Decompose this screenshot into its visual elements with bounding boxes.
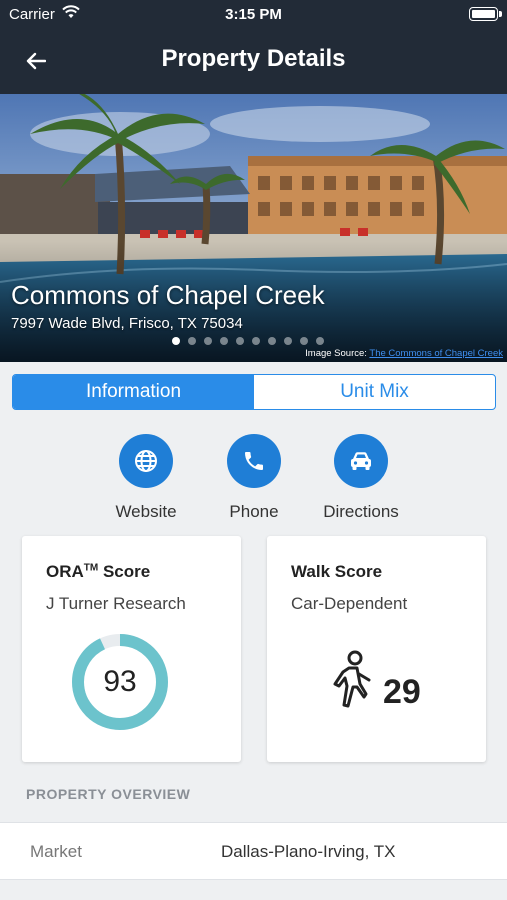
directions-circle[interactable] <box>334 434 388 488</box>
carousel-page-indicator[interactable] <box>172 337 324 345</box>
clock: 3:15 PM <box>225 6 282 23</box>
carousel-dot[interactable] <box>188 337 196 345</box>
tab-unit-mix[interactable]: Unit Mix <box>254 375 495 409</box>
property-overview-heading: PROPERTY OVERVIEW <box>26 786 191 802</box>
phone-icon <box>245 452 263 470</box>
phone-circle[interactable] <box>227 434 281 488</box>
walk-score-card[interactable]: Walk Score Car-Dependent 29 <box>267 536 486 762</box>
overview-row-market: Market Dallas-Plano-Irving, TX <box>0 822 507 880</box>
carousel-dot[interactable] <box>268 337 276 345</box>
phone-label: Phone <box>229 502 279 521</box>
ora-card-subtitle: J Turner Research <box>46 594 186 613</box>
globe-icon <box>135 450 157 472</box>
property-photo-carousel[interactable]: Commons of Chapel Creek 7997 Wade Blvd, … <box>0 94 507 362</box>
walking-person-icon <box>333 650 371 708</box>
website-label: Website <box>115 502 177 521</box>
tab-information[interactable]: Information <box>13 375 254 409</box>
walk-card-title: Walk Score <box>291 562 383 581</box>
carousel-dot[interactable] <box>252 337 260 345</box>
ora-title-suffix: Score <box>102 562 151 581</box>
ora-score-value: 93 <box>103 665 137 698</box>
carousel-dot[interactable] <box>300 337 308 345</box>
walk-card-subtitle: Car-Dependent <box>291 594 408 613</box>
tab-segmented-control: Information Unit Mix <box>12 374 496 410</box>
nav-bar: Property Details <box>0 28 507 94</box>
status-bar: Carrier 3:15 PM <box>0 0 507 28</box>
website-circle[interactable] <box>119 434 173 488</box>
property-name: Commons of Chapel Creek <box>11 280 325 310</box>
image-source-label: Image Source: <box>305 348 367 359</box>
carousel-dot[interactable] <box>236 337 244 345</box>
property-address: 7997 Wade Blvd, Frisco, TX 75034 <box>11 315 243 332</box>
ora-card-title: ORATM Score <box>46 562 150 582</box>
page-title: Property Details <box>161 45 346 72</box>
image-source-link[interactable]: The Commons of Chapel Creek <box>369 348 503 359</box>
car-icon <box>351 452 371 470</box>
phone-button[interactable]: Phone <box>204 434 304 522</box>
carousel-dot[interactable] <box>204 337 212 345</box>
battery-icon <box>469 7 502 21</box>
carousel-dot[interactable] <box>316 337 324 345</box>
website-button[interactable]: Website <box>96 434 196 522</box>
carousel-dot[interactable] <box>220 337 228 345</box>
ora-trademark: TM <box>83 562 99 574</box>
image-source: Image Source: The Commons of Chapel Cree… <box>305 348 503 359</box>
directions-button[interactable]: Directions <box>311 434 411 522</box>
overview-key: Market <box>30 842 82 861</box>
overview-value: Dallas-Plano-Irving, TX <box>221 842 396 861</box>
directions-label: Directions <box>323 502 399 521</box>
carousel-dot[interactable] <box>172 337 180 345</box>
ora-score-card[interactable]: ORATM Score J Turner Research 93 <box>22 536 241 762</box>
walk-score-value: 29 <box>383 673 421 711</box>
carousel-dot[interactable] <box>284 337 292 345</box>
ora-title-text: ORA <box>46 562 84 581</box>
action-buttons: Website Phone Directions <box>0 434 507 524</box>
